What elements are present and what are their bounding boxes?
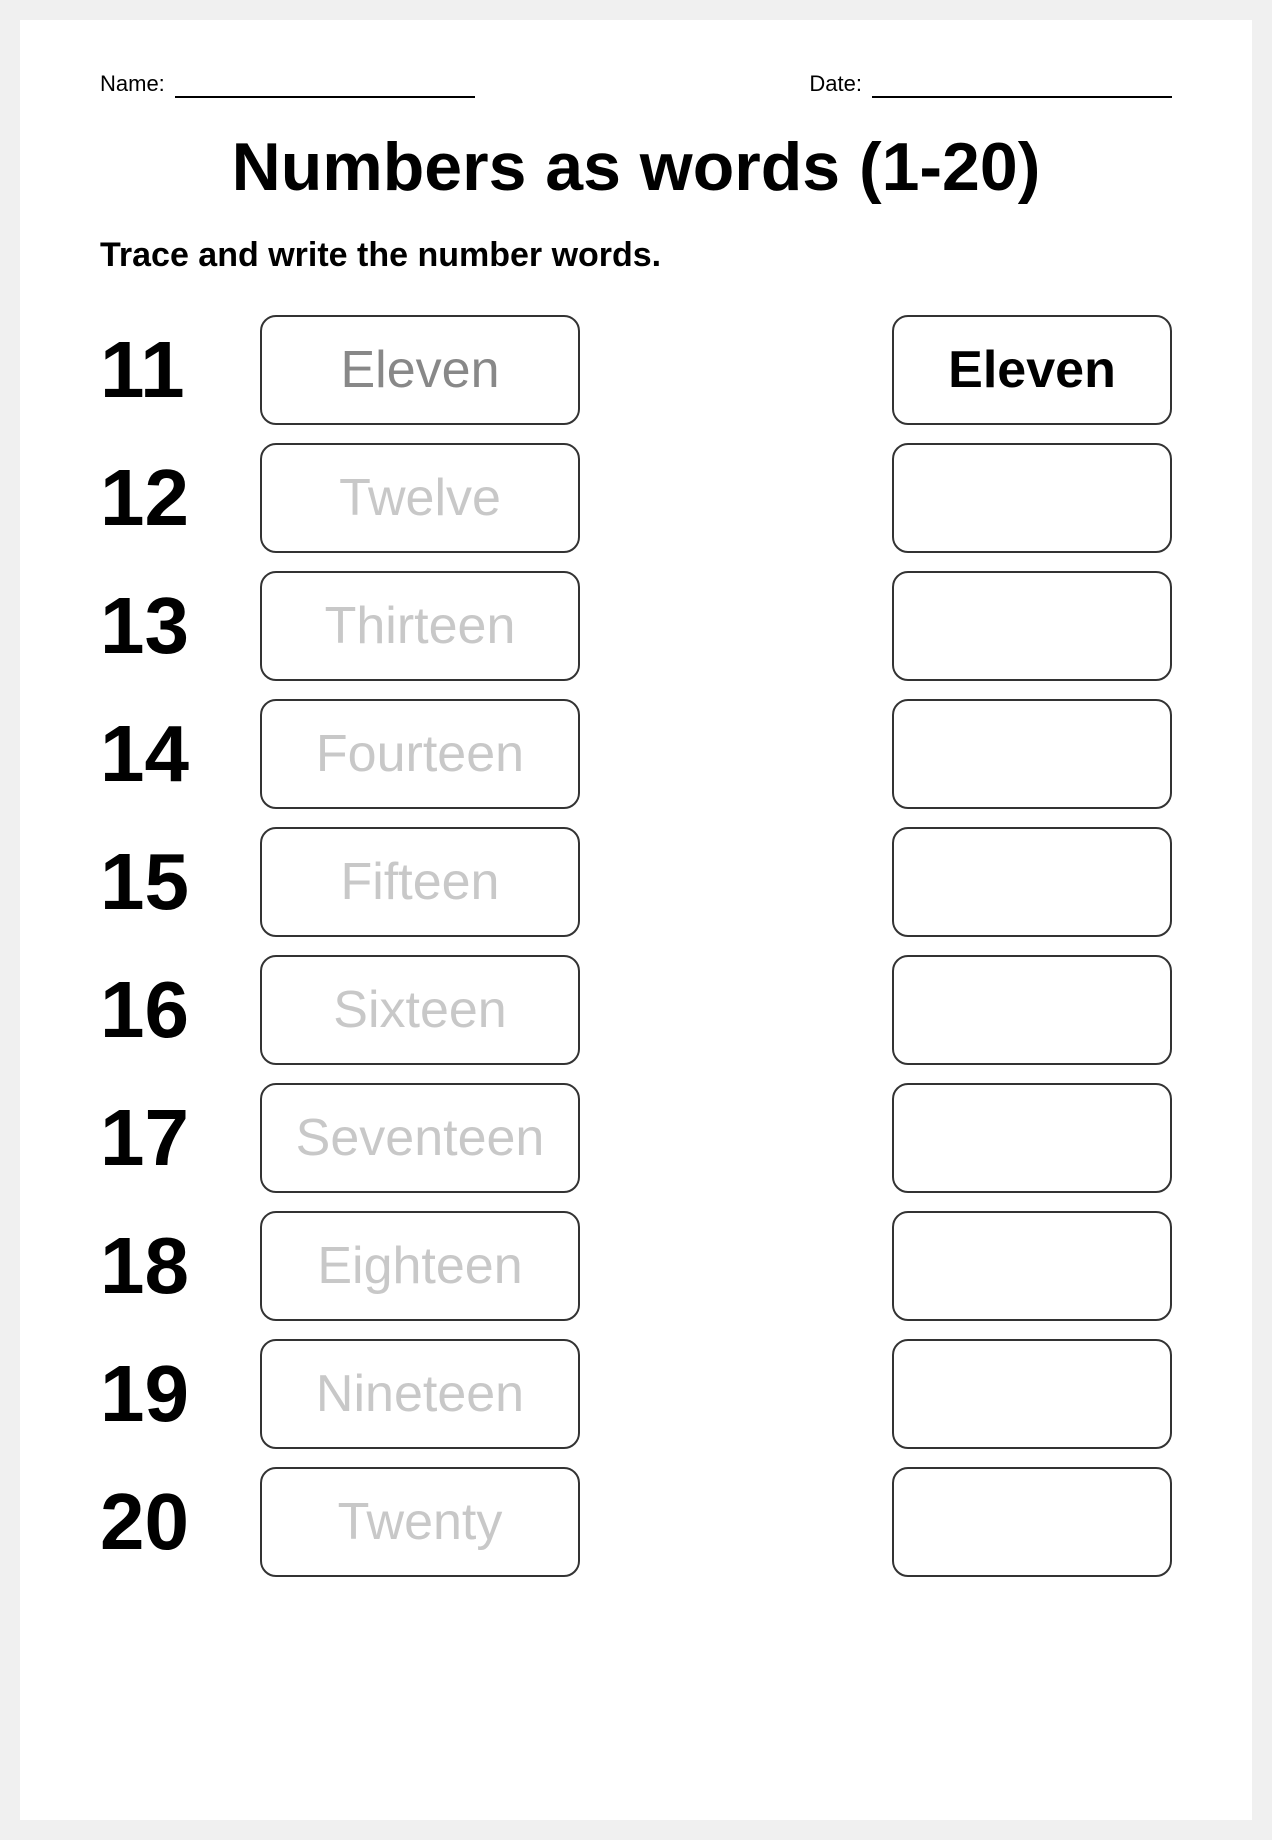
number-digit: 19 [100, 1354, 220, 1434]
trace-box[interactable]: Twelve [260, 443, 580, 553]
trace-text: Thirteen [325, 596, 516, 656]
number-row: 20 Twenty [100, 1467, 1172, 1577]
number-row: 15 Fifteen [100, 827, 1172, 937]
write-box[interactable] [892, 1339, 1172, 1449]
number-row: 14 Fourteen [100, 699, 1172, 809]
trace-box[interactable]: Nineteen [260, 1339, 580, 1449]
number-rows-container: 11 Eleven Eleven 12 Twelve 13 Thirteen 14 Fourte… [100, 315, 1172, 1577]
trace-text: Twelve [339, 468, 501, 528]
write-box[interactable]: Eleven [892, 315, 1172, 425]
trace-box[interactable]: Sixteen [260, 955, 580, 1065]
write-box[interactable] [892, 1083, 1172, 1193]
number-row: 13 Thirteen [100, 571, 1172, 681]
number-row: 18 Eighteen [100, 1211, 1172, 1321]
number-digit: 12 [100, 458, 220, 538]
write-box[interactable] [892, 443, 1172, 553]
trace-box[interactable]: Eighteen [260, 1211, 580, 1321]
page-title: Numbers as words (1-20) [100, 128, 1172, 206]
number-digit: 20 [100, 1482, 220, 1562]
number-digit: 11 [100, 330, 220, 410]
number-digit: 13 [100, 586, 220, 666]
write-box[interactable] [892, 699, 1172, 809]
number-row: 16 Sixteen [100, 955, 1172, 1065]
trace-box[interactable]: Seventeen [260, 1083, 580, 1193]
number-digit: 18 [100, 1226, 220, 1306]
number-row: 17 Seventeen [100, 1083, 1172, 1193]
date-input-line[interactable] [872, 70, 1172, 98]
date-label: Date: [809, 71, 862, 97]
write-box[interactable] [892, 827, 1172, 937]
number-digit: 16 [100, 970, 220, 1050]
trace-text: Eleven [341, 340, 500, 400]
number-row: 11 Eleven Eleven [100, 315, 1172, 425]
trace-box[interactable]: Eleven [260, 315, 580, 425]
subtitle: Trace and write the number words. [100, 236, 1172, 275]
name-field-group: Name: [100, 70, 475, 98]
trace-text: Nineteen [316, 1364, 524, 1424]
trace-text: Sixteen [333, 980, 506, 1040]
trace-text: Seventeen [296, 1108, 545, 1168]
write-box[interactable] [892, 955, 1172, 1065]
trace-text: Fourteen [316, 724, 524, 784]
name-label: Name: [100, 71, 165, 97]
write-box[interactable] [892, 1211, 1172, 1321]
trace-box[interactable]: Twenty [260, 1467, 580, 1577]
number-digit: 14 [100, 714, 220, 794]
trace-text: Fifteen [341, 852, 500, 912]
trace-box[interactable]: Thirteen [260, 571, 580, 681]
header-fields: Name: Date: [100, 70, 1172, 98]
number-row: 12 Twelve [100, 443, 1172, 553]
trace-text: Eighteen [317, 1236, 522, 1296]
number-digit: 15 [100, 842, 220, 922]
trace-text: Twenty [338, 1492, 503, 1552]
number-row: 19 Nineteen [100, 1339, 1172, 1449]
trace-box[interactable]: Fourteen [260, 699, 580, 809]
write-box[interactable] [892, 571, 1172, 681]
trace-box[interactable]: Fifteen [260, 827, 580, 937]
number-digit: 17 [100, 1098, 220, 1178]
worksheet-page: Name: Date: Numbers as words (1-20) Trac… [20, 20, 1252, 1820]
answer-text: Eleven [948, 340, 1116, 400]
name-input-line[interactable] [175, 70, 475, 98]
write-box[interactable] [892, 1467, 1172, 1577]
date-field-group: Date: [809, 70, 1172, 98]
